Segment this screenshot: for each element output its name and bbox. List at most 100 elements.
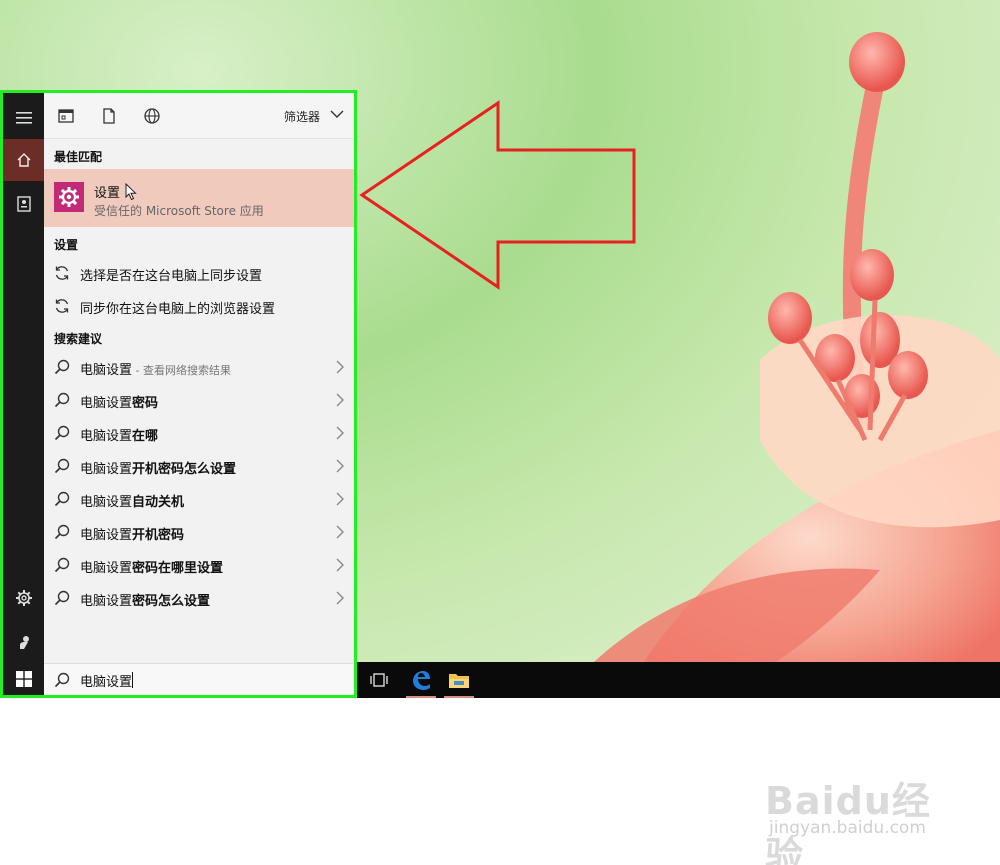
chevron-right-icon[interactable] (336, 360, 344, 374)
task-view-icon (370, 673, 388, 687)
suggestion-row[interactable]: 电脑设置 - 查看网络搜索结果 (44, 351, 354, 383)
task-view-button[interactable] (360, 662, 398, 698)
suggestion-prefix: 电脑设置 (80, 594, 133, 609)
settings-section-header: 设置 (54, 238, 79, 252)
search-icon (54, 491, 70, 507)
suggestion-prefix: 电脑设置 (80, 495, 133, 510)
suggestion-prefix: 电脑设置 (80, 462, 133, 477)
search-icon (54, 359, 70, 375)
search-icon (54, 425, 70, 441)
notebook-button[interactable] (3, 183, 44, 225)
apps-icon (58, 109, 74, 123)
sync-icon (55, 299, 69, 313)
home-icon (17, 153, 30, 167)
best-match-header: 最佳匹配 (54, 150, 103, 164)
search-input[interactable] (80, 671, 340, 689)
suggestion-prefix: 电脑设置 (80, 561, 133, 576)
search-icon (54, 524, 70, 540)
file-explorer-taskbar-button[interactable] (440, 662, 478, 698)
windows-logo-icon (15, 671, 32, 687)
suggestion-completion: 密码在哪里设置 (132, 561, 224, 576)
chevron-right-icon[interactable] (336, 591, 344, 605)
settings-result-label: 同步你在这台电脑上的浏览器设置 (80, 302, 276, 317)
best-match-settings-app[interactable]: 设置 受信任的 Microsoft Store 应用 (44, 169, 354, 227)
suggestion-completion: 开机密码 (132, 528, 185, 543)
suggestion-hint: - 查看网络搜索结果 (132, 364, 231, 377)
globe-icon (144, 108, 160, 124)
settings-result-sync-settings[interactable]: 选择是否在这台电脑上同步设置 (44, 257, 354, 289)
suggestion-label: 电脑设置自动关机 (80, 491, 184, 510)
search-icon (54, 458, 70, 474)
suggestion-label: 电脑设置在哪 (80, 425, 158, 444)
suggestion-label: 电脑设置密码怎么设置 (80, 590, 210, 609)
start-left-rail (3, 93, 44, 663)
chevron-right-icon[interactable] (336, 426, 344, 440)
edge-taskbar-button[interactable] (402, 662, 440, 698)
suggestion-row[interactable]: 电脑设置密码 (44, 384, 354, 416)
start-button[interactable] (3, 663, 44, 695)
settings-result-label: 选择是否在这台电脑上同步设置 (80, 269, 263, 284)
hamburger-icon (15, 112, 32, 124)
start-search-panel: 筛选器 最佳匹配 设置 受信任的 Microsoft Store 应用 设置 选… (0, 90, 357, 698)
suggestion-completion: 自动关机 (132, 495, 185, 510)
document-icon (103, 108, 115, 124)
home-button[interactable] (3, 139, 44, 181)
text-caret (132, 672, 133, 688)
suggestion-label: 电脑设置开机密码怎么设置 (80, 458, 236, 477)
sync-icon (55, 266, 69, 280)
search-icon (54, 392, 70, 408)
chevron-down-icon[interactable] (330, 109, 344, 119)
baidu-jingyan-watermark: Baidu经验 jingyan.baidu.com (765, 760, 965, 865)
suggestion-prefix: 电脑设置 (80, 528, 133, 543)
suggestions-header: 搜索建议 (54, 332, 103, 346)
watermark-url: jingyan.baidu.com (769, 818, 926, 838)
suggestion-row[interactable]: 电脑设置在哪 (44, 417, 354, 449)
best-match-title: 设置 (94, 186, 121, 201)
feedback-button[interactable] (3, 621, 44, 663)
chevron-right-icon[interactable] (336, 393, 344, 407)
settings-gear-icon (54, 182, 84, 212)
suggestion-label: 电脑设置开机密码 (80, 524, 184, 543)
suggestion-prefix: 电脑设置 (80, 363, 133, 378)
settings-rail-button[interactable] (3, 577, 44, 619)
suggestion-completion: 密码 (132, 396, 159, 411)
suggestion-prefix: 电脑设置 (80, 429, 133, 444)
suggestion-row[interactable]: 电脑设置自动关机 (44, 483, 354, 515)
suggestion-completion: 密码怎么设置 (132, 594, 211, 609)
filter-web-button[interactable] (142, 106, 162, 126)
suggestion-label: 电脑设置密码在哪里设置 (80, 557, 223, 576)
suggestion-completion: 开机密码怎么设置 (132, 462, 237, 477)
suggestion-row[interactable]: 电脑设置开机密码 (44, 516, 354, 548)
edge-icon (413, 671, 430, 690)
mouse-pointer-icon (125, 183, 137, 201)
feedback-icon (19, 636, 29, 649)
folder-icon (449, 674, 469, 688)
gear-icon (15, 590, 32, 606)
screenshot: 筛选器 最佳匹配 设置 受信任的 Microsoft Store 应用 设置 选… (0, 0, 1000, 865)
search-results: 筛选器 最佳匹配 设置 受信任的 Microsoft Store 应用 设置 选… (44, 93, 354, 663)
suggestion-row[interactable]: 电脑设置密码怎么设置 (44, 582, 354, 614)
annotation-arrow (359, 100, 636, 290)
search-icon (54, 557, 70, 573)
search-icon (54, 590, 70, 606)
suggestion-row[interactable]: 电脑设置开机密码怎么设置 (44, 450, 354, 482)
filter-apps-button[interactable] (56, 106, 76, 126)
filter-toolbar: 筛选器 (44, 93, 354, 139)
taskbar-search-box[interactable] (44, 663, 354, 695)
filter-dropdown-label[interactable]: 筛选器 (284, 108, 320, 125)
chevron-right-icon[interactable] (336, 525, 344, 539)
search-icon (54, 672, 70, 692)
notebook-icon (16, 196, 31, 212)
chevron-right-icon[interactable] (336, 492, 344, 506)
chevron-right-icon[interactable] (336, 459, 344, 473)
suggestion-completion: 在哪 (132, 429, 159, 444)
filter-documents-button[interactable] (99, 106, 119, 126)
suggestion-label: 电脑设置 - 查看网络搜索结果 (80, 359, 231, 378)
chevron-right-icon[interactable] (336, 558, 344, 572)
hamburger-menu-button[interactable] (3, 97, 44, 139)
suggestion-prefix: 电脑设置 (80, 396, 133, 411)
suggestion-row[interactable]: 电脑设置密码在哪里设置 (44, 549, 354, 581)
best-match-subtitle: 受信任的 Microsoft Store 应用 (94, 204, 264, 218)
suggestion-label: 电脑设置密码 (80, 392, 158, 411)
settings-result-browser-sync[interactable]: 同步你在这台电脑上的浏览器设置 (44, 290, 354, 322)
